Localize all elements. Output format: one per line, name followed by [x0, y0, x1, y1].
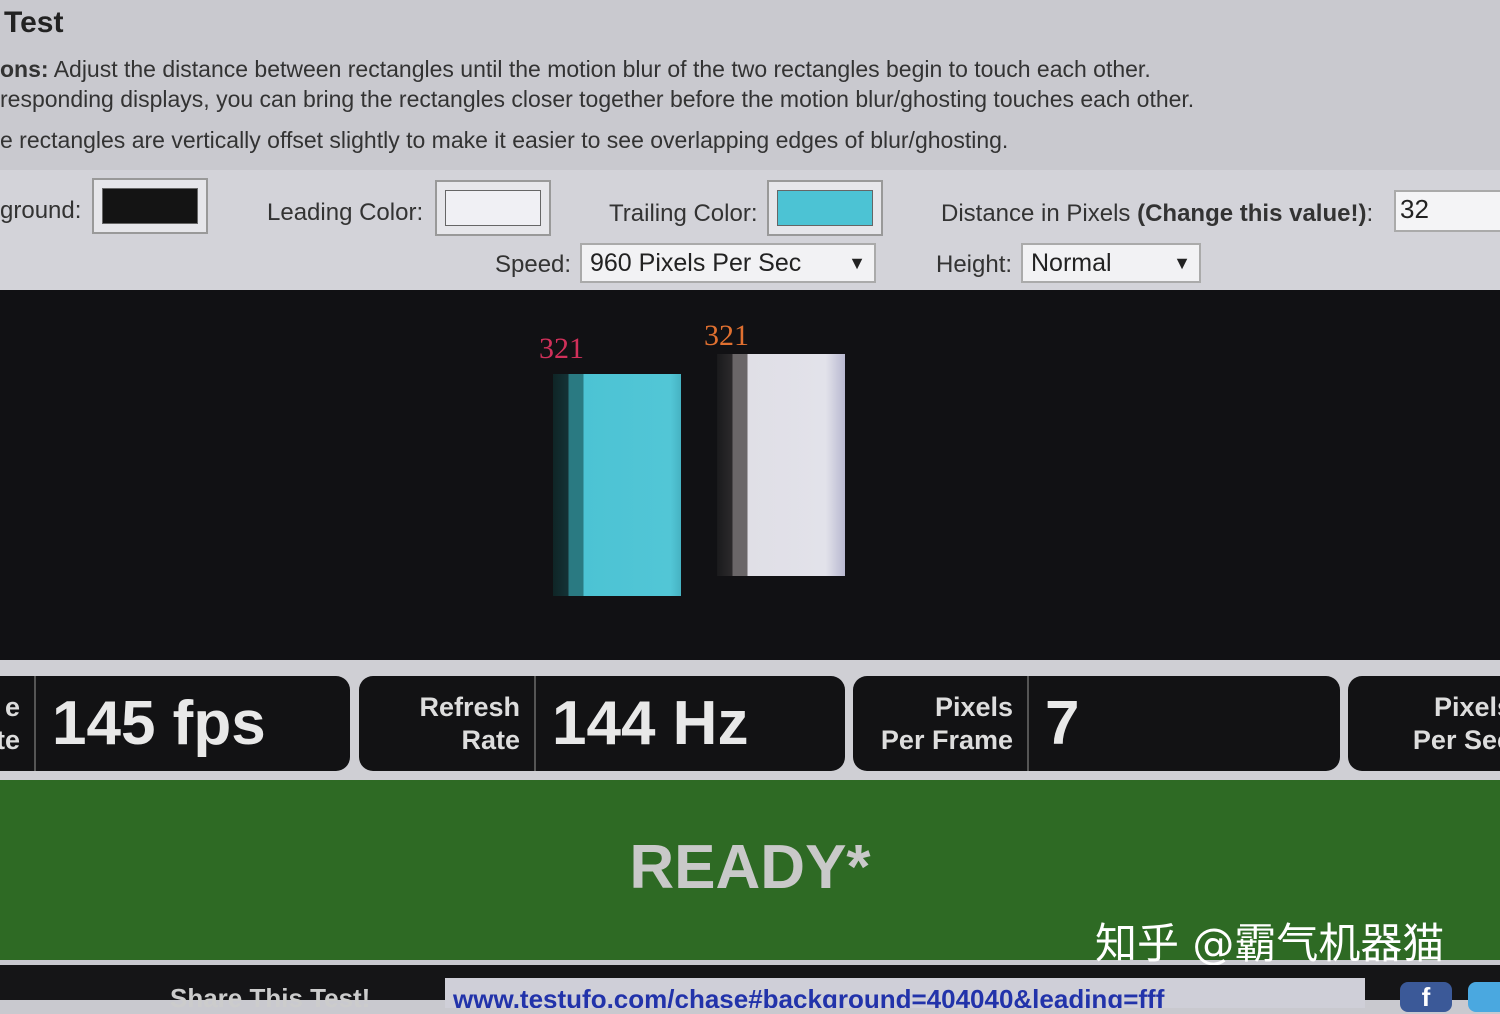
- page-title: Test: [4, 6, 64, 39]
- distance-hint: (Change this value!): [1137, 200, 1367, 227]
- leading-color-picker[interactable]: [435, 180, 551, 236]
- trailing-rect-counter: 321: [539, 332, 584, 365]
- distance-label: Distance in Pixels (Change this value!):: [941, 200, 1373, 228]
- frame-rate-value: 145 fps: [52, 689, 266, 758]
- background-label: ground:: [0, 197, 82, 224]
- distance-input[interactable]: 32: [1394, 190, 1500, 232]
- leading-rect-counter: 321: [704, 319, 749, 352]
- instructions-text: Adjust the distance between rectangles u…: [53, 56, 1151, 82]
- trailing-rectangle: [553, 374, 681, 596]
- frame-rate-label: e te: [0, 676, 36, 771]
- instructions-line-3: e rectangles are vertically offset sligh…: [0, 127, 1009, 153]
- leading-rectangle: [717, 354, 845, 576]
- distance-colon: :: [1366, 200, 1374, 227]
- status-text: READY*: [629, 833, 871, 902]
- pixels-per-frame-value: 7: [1045, 689, 1080, 758]
- pixels-per-sec-panel: PixelsPer Sec: [1348, 676, 1500, 771]
- speed-label: Speed:: [495, 251, 572, 278]
- speed-value: 960 Pixels Per Sec: [590, 248, 802, 277]
- share-label: Share This Test!: [170, 983, 371, 1013]
- trailing-color-picker[interactable]: [767, 180, 883, 236]
- watermark: 知乎 @霸气机器猫: [1095, 919, 1445, 968]
- background-swatch: [102, 188, 198, 224]
- twitter-icon[interactable]: [1468, 982, 1500, 1012]
- trailing-color-label: Trailing Color:: [609, 200, 758, 227]
- background-color-picker[interactable]: [92, 178, 208, 234]
- instructions-line-2: responding displays, you can bring the r…: [0, 86, 1195, 112]
- refresh-rate-panel: Refresh Rate 144 Hz: [359, 676, 845, 771]
- chevron-down-icon: ▼: [848, 252, 866, 273]
- chevron-down-icon: ▼: [1173, 252, 1191, 273]
- trailing-swatch: [777, 190, 873, 226]
- refresh-rate-value: 144 Hz: [552, 689, 749, 758]
- instructions-line-1: ons: Adjust the distance between rectang…: [0, 56, 1151, 83]
- height-value: Normal: [1031, 248, 1112, 277]
- pixels-per-frame-panel: Pixels Per Frame 7: [853, 676, 1340, 771]
- height-select[interactable]: Normal ▼: [1021, 243, 1201, 283]
- facebook-icon[interactable]: f: [1400, 982, 1452, 1012]
- height-label: Height:: [936, 251, 1013, 278]
- leading-swatch: [445, 190, 541, 226]
- refresh-rate-label: Refresh Rate: [359, 676, 536, 771]
- share-url-link[interactable]: www.testufo.com/chase#background=404040&…: [445, 978, 1365, 1008]
- pixels-per-sec-label: PixelsPer Sec: [1348, 676, 1500, 771]
- distance-label-text: Distance in Pixels: [941, 200, 1131, 227]
- instructions-label: ons:: [0, 56, 49, 82]
- frame-rate-panel: e te 145 fps: [0, 676, 350, 771]
- speed-select[interactable]: 960 Pixels Per Sec ▼: [580, 243, 876, 283]
- leading-color-label: Leading Color:: [267, 199, 424, 226]
- pixels-per-frame-label: Pixels Per Frame: [853, 676, 1029, 771]
